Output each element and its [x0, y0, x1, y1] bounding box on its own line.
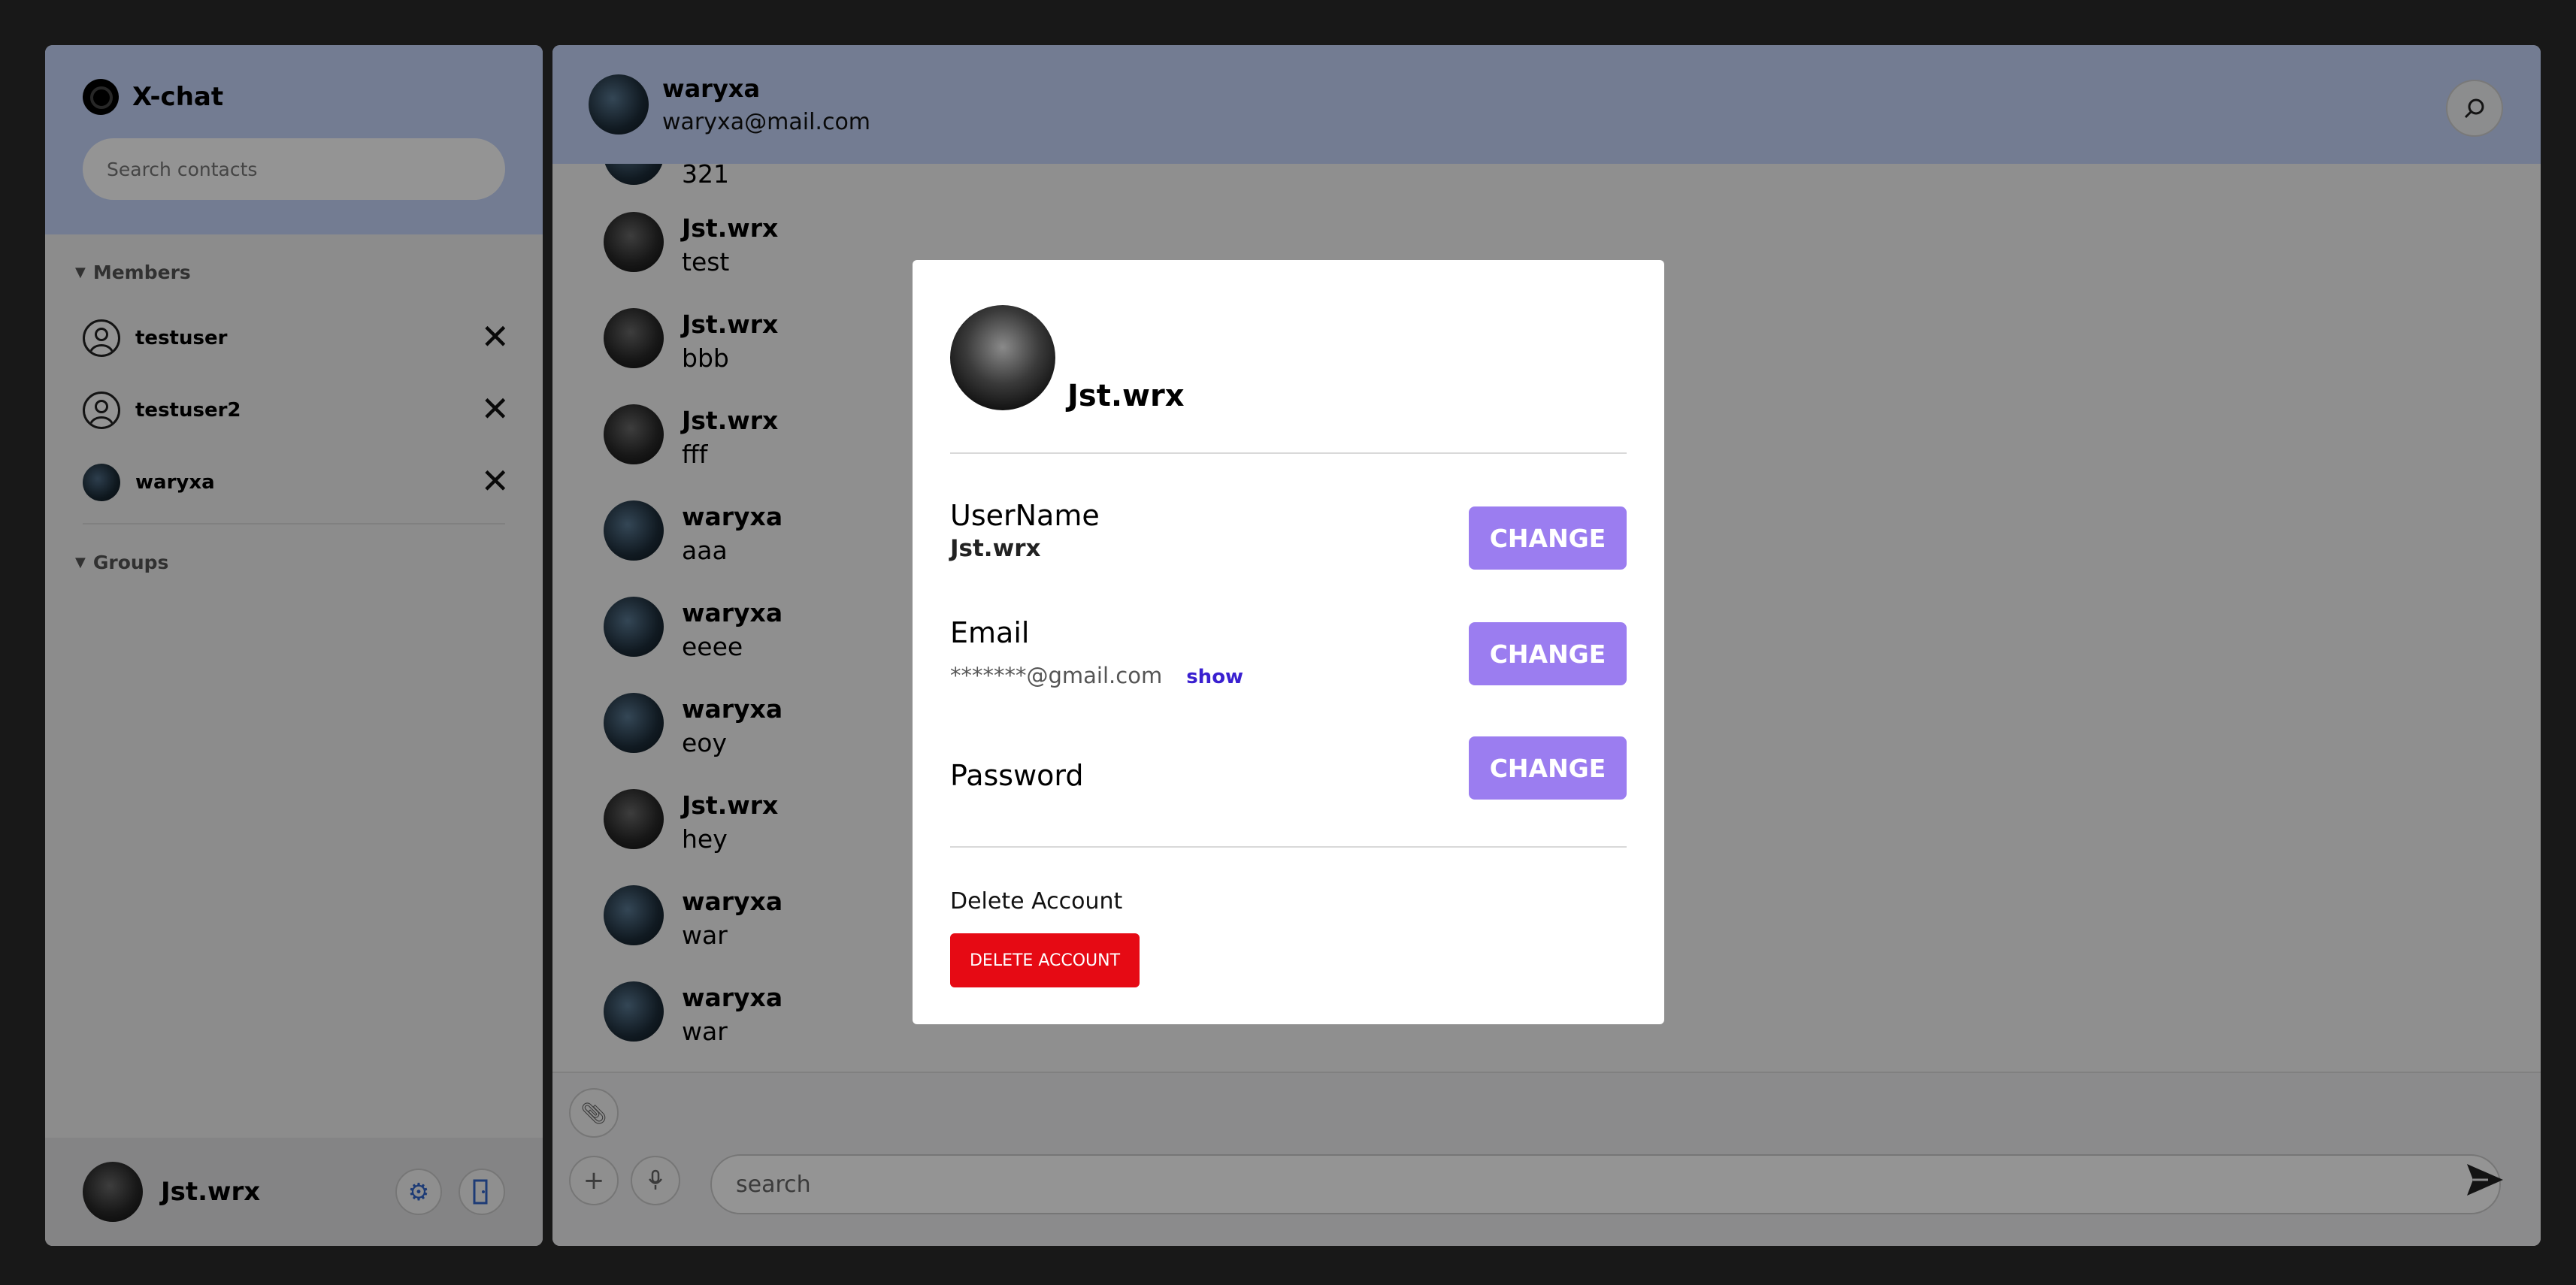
password-row: Password CHANGE [950, 736, 1627, 800]
avatar [950, 305, 1055, 410]
divider [950, 846, 1627, 848]
delete-account-label: Delete Account [950, 888, 1123, 915]
profile-header: Jst.wrx [950, 260, 1627, 454]
change-email-button[interactable]: CHANGE [1469, 622, 1627, 685]
change-username-button[interactable]: CHANGE [1469, 506, 1627, 570]
username-row: UserName Jst.wrx CHANGE [950, 499, 1627, 570]
profile-modal: Jst.wrx UserName Jst.wrx CHANGE Email **… [913, 260, 1664, 1024]
change-password-button[interactable]: CHANGE [1469, 736, 1627, 800]
profile-name: Jst.wrx [1067, 379, 1185, 413]
email-row: Email *******@gmail.com show CHANGE [950, 616, 1627, 688]
delete-account-button[interactable]: DELETE ACCOUNT [950, 933, 1140, 987]
show-email-link[interactable]: show [1186, 666, 1243, 688]
email-masked: *******@gmail.com [950, 663, 1163, 688]
